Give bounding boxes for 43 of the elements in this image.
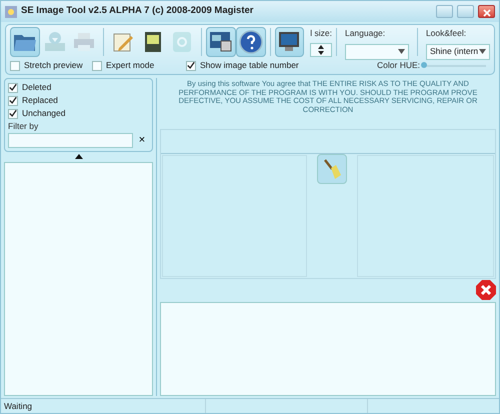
close-button[interactable]: [478, 5, 495, 18]
size-spinner[interactable]: [310, 42, 332, 57]
help-button[interactable]: [236, 27, 266, 57]
windows-button[interactable]: [206, 27, 236, 57]
monitor-button[interactable]: [274, 27, 304, 57]
tray-arrow-icon: [42, 31, 67, 53]
help-icon: [238, 30, 263, 54]
field-label: Look&feel:: [426, 27, 468, 40]
status-text: Waiting: [1, 399, 206, 413]
checkbox[interactable]: [10, 60, 20, 70]
checkbox[interactable]: [186, 60, 196, 70]
broom-icon: [322, 158, 342, 180]
error-icon[interactable]: [476, 280, 496, 300]
caret-icon: [398, 49, 405, 54]
monitor-icon: [277, 31, 302, 53]
filter-field[interactable]: [8, 132, 133, 148]
folder-button[interactable]: [10, 27, 40, 57]
checkbox[interactable]: [8, 82, 18, 92]
field-label: Language:: [344, 27, 386, 40]
hue-label: Color HUE:: [377, 59, 420, 72]
app-icon: [5, 6, 17, 18]
option-label: Expert mode: [106, 59, 154, 72]
caret-icon: [478, 49, 486, 54]
option-label: Stretch preview: [24, 59, 83, 72]
broom-button[interactable]: [317, 154, 347, 184]
windows-icon: [209, 31, 234, 53]
look-and-feel-dropdown[interactable]: Shine (intern: [426, 44, 490, 60]
filter-label: Unchanged: [22, 107, 66, 120]
printer-icon: [72, 31, 96, 53]
hue-slider-thumb[interactable]: [421, 62, 427, 68]
checkbox[interactable]: [92, 60, 102, 70]
checkbox[interactable]: [8, 96, 18, 106]
notepad-pencil-icon: [110, 31, 135, 53]
filter-label: Replaced: [22, 94, 58, 107]
filter-by-label: Filter by: [8, 120, 40, 133]
window-title: SE Image Tool v2.5 ALPHA 7 (c) 2008-2009 Magister: [21, 4, 254, 18]
up-arrow-icon[interactable]: [74, 154, 82, 160]
filter-label: Deleted: [22, 81, 52, 94]
option-label: Show image table number: [200, 59, 299, 72]
clear-button[interactable]: ×: [135, 132, 149, 148]
close-icon: [482, 8, 492, 17]
checkbox[interactable]: [8, 108, 18, 118]
size-label: l size:: [310, 27, 332, 40]
